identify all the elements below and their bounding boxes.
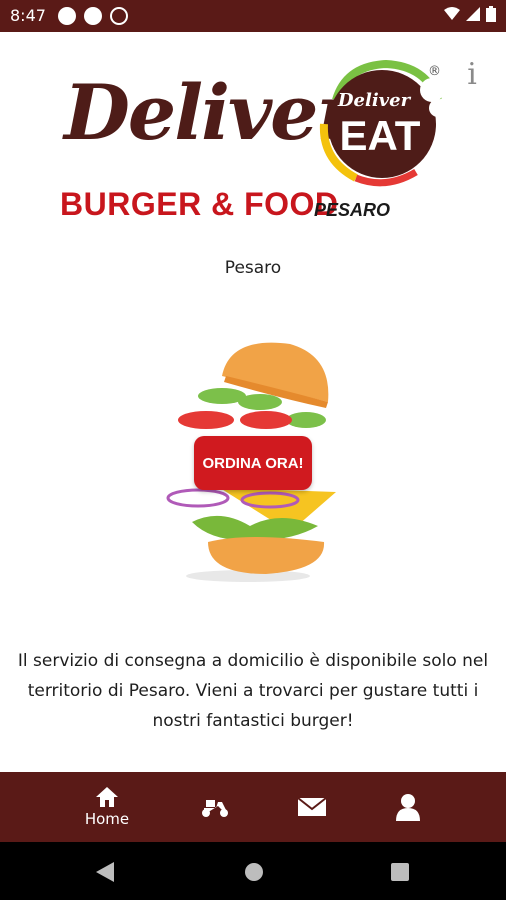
scooter-icon <box>202 800 228 817</box>
back-icon[interactable] <box>96 862 114 882</box>
delivery-info-text: Il servizio di consegna a domicilio è di… <box>17 651 489 731</box>
nav-contact[interactable] <box>272 772 352 842</box>
logo-location: PESARO <box>314 200 391 220</box>
notification-icon <box>84 7 102 25</box>
nav-home-label: Home <box>84 810 130 828</box>
badge-small-text: Deliver <box>337 90 412 111</box>
brand-logo: Deliver BURGER & FOOD PESARO Deliver EAT… <box>58 60 458 232</box>
notification-icon <box>58 7 76 25</box>
home-icon <box>96 787 118 807</box>
recents-icon[interactable] <box>391 863 409 881</box>
battery-icon <box>486 6 496 22</box>
nav-account[interactable] <box>368 772 448 842</box>
nav-home[interactable]: Home <box>67 772 147 842</box>
info-button[interactable]: i <box>462 58 482 92</box>
data-saver-icon <box>110 7 128 25</box>
status-icons <box>444 6 496 22</box>
home-circle-icon[interactable] <box>244 862 264 882</box>
status-bar: 8:47 <box>0 0 506 32</box>
city-label: Pesaro <box>224 258 282 278</box>
user-icon <box>396 794 420 821</box>
status-time: 8:47 <box>10 6 46 25</box>
bottom-navigation: Home <box>0 772 506 842</box>
nav-delivery[interactable] <box>175 772 255 842</box>
deliver-eat-badge: Deliver EAT <box>319 60 444 187</box>
registered-mark: ® <box>428 64 441 79</box>
mail-icon <box>297 797 327 816</box>
system-navigation-bar <box>0 842 506 900</box>
badge-main-text: EAT <box>340 112 421 159</box>
wifi-icon <box>444 7 460 20</box>
logo-wordmark: Deliver <box>64 68 357 157</box>
signal-icon <box>466 7 480 21</box>
order-now-button[interactable]: ORDINA ORA! <box>194 436 312 490</box>
logo-tagline: BURGER & FOOD <box>60 186 339 222</box>
